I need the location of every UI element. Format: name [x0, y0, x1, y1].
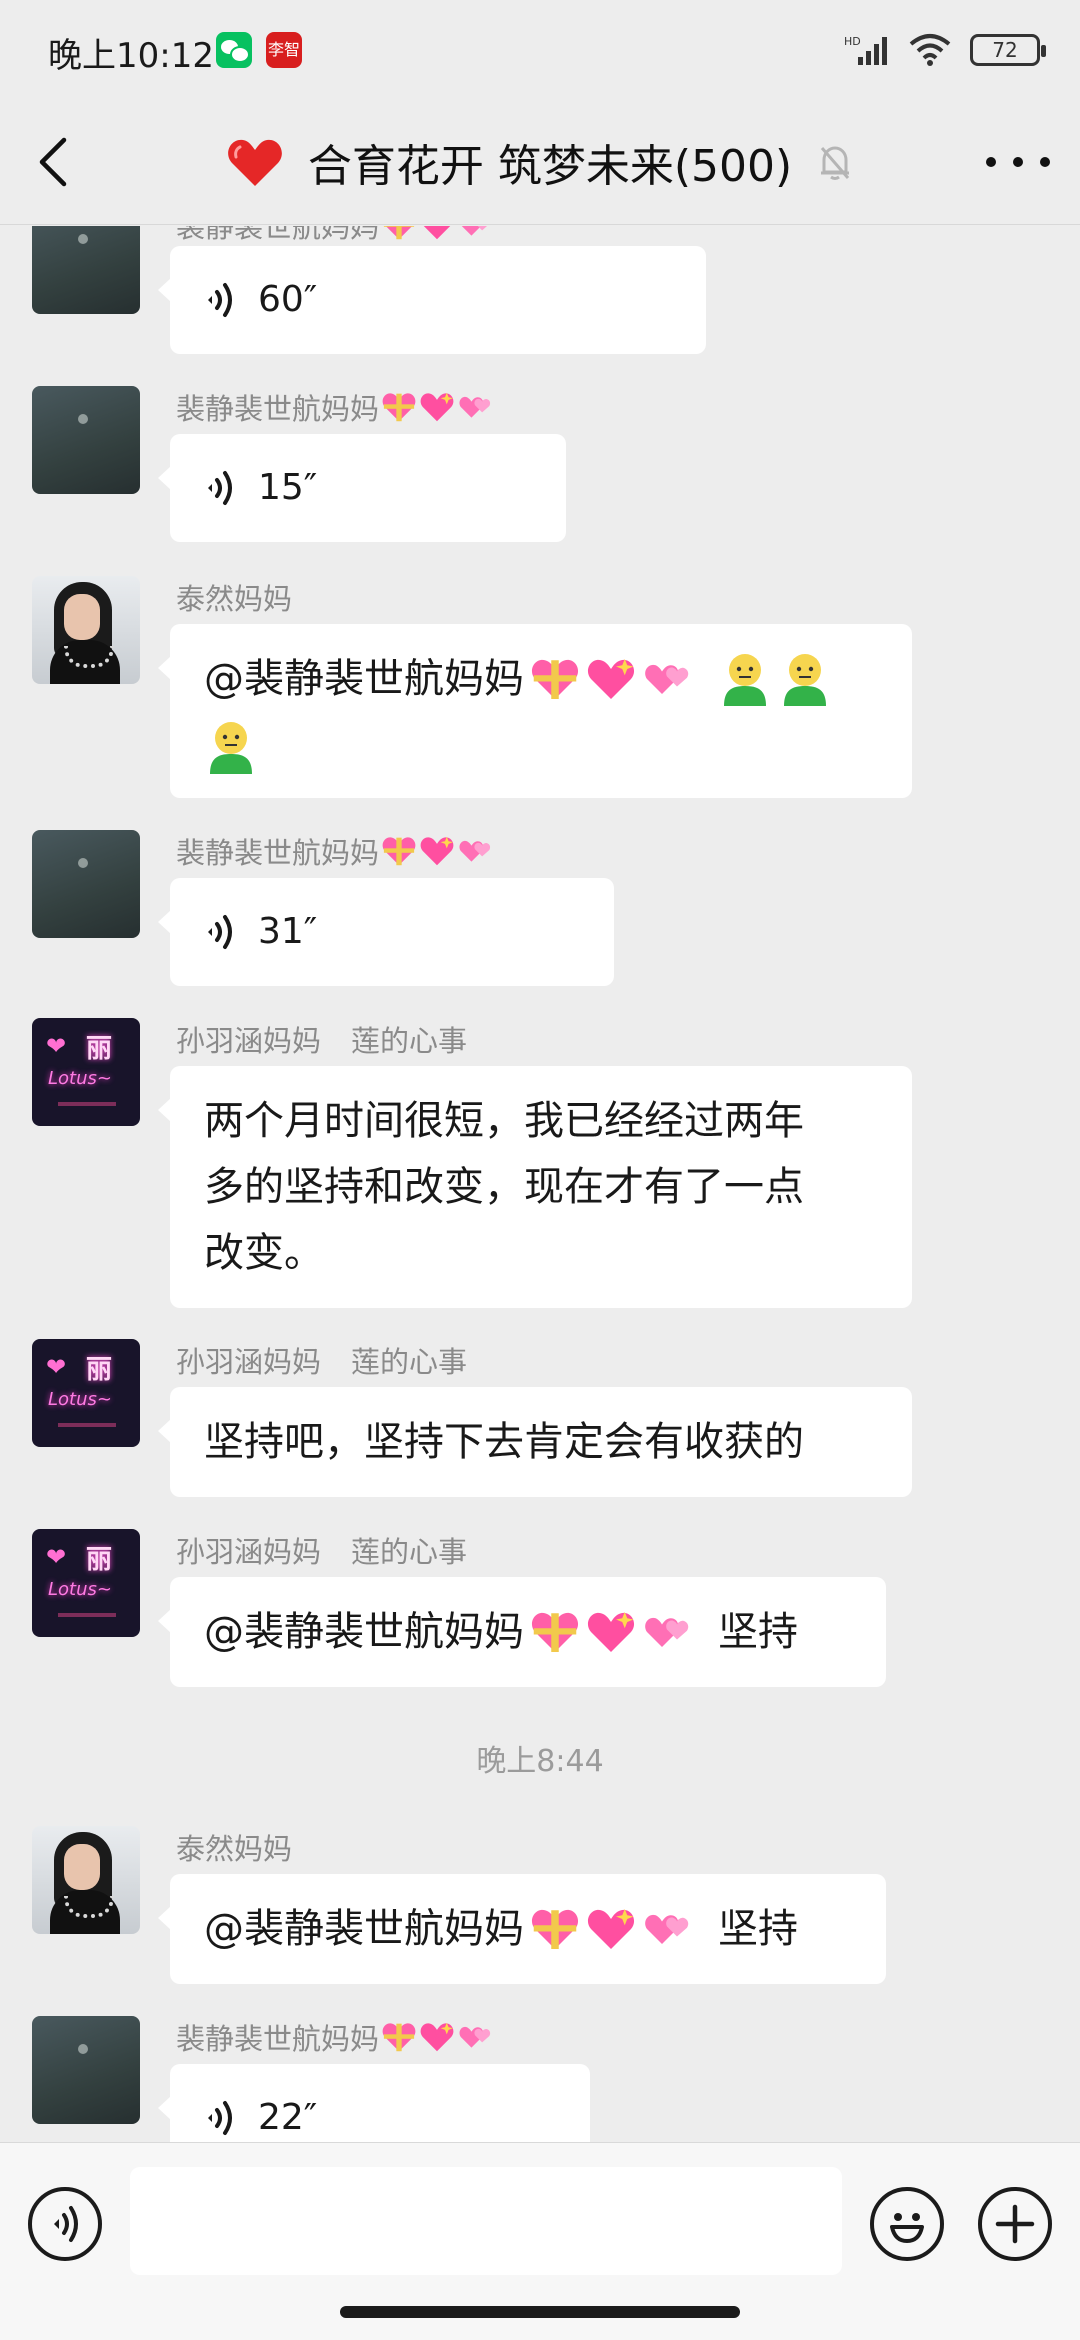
sender-name: 泰然妈妈 — [176, 582, 293, 616]
app-notification-icon: 李智 — [266, 32, 302, 68]
wifi-icon — [909, 34, 951, 66]
avatar[interactable] — [32, 830, 140, 938]
status-bar: 晚上10:12 李智 HD 72 — [0, 0, 1080, 100]
avatar[interactable]: ❤ 丽 Lotus~ — [32, 1018, 140, 1126]
wechat-notification-icon — [216, 32, 252, 68]
emoji-icon — [890, 2213, 924, 2243]
voice-wave-icon — [204, 912, 238, 952]
avatar[interactable] — [32, 226, 140, 314]
avatar[interactable] — [32, 576, 140, 684]
voice-wave-icon — [204, 280, 238, 320]
heart-icon — [227, 139, 282, 186]
mention-text: @裴静裴世航妈妈 — [204, 1906, 524, 1952]
sender-name: 裴静裴世航妈妈 — [176, 226, 493, 246]
sender-name: 裴静裴世航妈妈 — [176, 830, 493, 872]
avatar[interactable] — [32, 386, 140, 494]
sender-name: 裴静裴世航妈妈 — [176, 2016, 493, 2058]
mention-text: @裴静裴世航妈妈 — [204, 656, 524, 702]
plus-icon — [995, 2204, 1035, 2244]
message-line: 两个月时间很短，我已经经过两年 — [204, 1098, 804, 1144]
time-separator: 晚上8:44 — [476, 1744, 604, 1779]
chat-header: 合育花开 筑梦未来(500) — [0, 100, 1080, 225]
sender-name: 泰然妈妈 — [176, 1832, 293, 1866]
text-message[interactable]: @裴静裴世航妈妈 — [158, 624, 912, 798]
avatar[interactable] — [32, 2016, 140, 2124]
voice-message[interactable]: 60″ — [158, 246, 706, 354]
message-line: 改变。 — [204, 1230, 324, 1276]
sender-name: 裴静裴世航妈妈 — [176, 386, 493, 428]
emoji-face-icon — [204, 718, 258, 776]
emoji-face-icon — [778, 650, 832, 708]
sender-name: 孙羽涵妈妈 莲的心事 — [176, 1535, 468, 1569]
avatar[interactable]: ❤ 丽 Lotus~ — [32, 1339, 140, 1447]
text-message[interactable]: 坚持吧，坚持下去肯定会有收获的 — [158, 1387, 912, 1497]
chat-title[interactable]: 合育花开 筑梦未来(500) — [226, 130, 854, 194]
status-indicators: HD 72 — [844, 30, 1046, 70]
plus-button[interactable] — [978, 2187, 1052, 2261]
voice-message[interactable]: 15″ — [158, 434, 566, 542]
signal-icon: HD — [844, 35, 887, 65]
message-list[interactable]: 裴静裴世航妈妈 60″ 裴静裴世航妈妈 15″ 泰然妈妈 @裴静裴世航妈妈 裴静… — [0, 226, 1080, 2142]
battery-indicator: 72 — [970, 34, 1046, 66]
voice-wave-icon — [204, 2098, 238, 2138]
voice-message[interactable]: 22″ — [158, 2064, 590, 2142]
mute-bell-icon — [821, 146, 850, 180]
voice-wave-icon — [204, 468, 238, 508]
text-message[interactable]: 两个月时间很短，我已经经过两年 多的坚持和改变，现在才有了一点 改变。 — [158, 1066, 912, 1308]
voice-wave-icon — [54, 2206, 78, 2242]
sender-name: 孙羽涵妈妈 莲的心事 — [176, 1024, 468, 1058]
text-message[interactable]: @裴静裴世航妈妈 坚持 — [158, 1874, 886, 1984]
text-message[interactable]: @裴静裴世航妈妈 坚持 — [158, 1577, 886, 1687]
voice-duration: 60″ — [258, 279, 318, 320]
svg-text:HD: HD — [844, 35, 861, 48]
voice-duration: 22″ — [258, 2097, 318, 2138]
avatar[interactable] — [32, 1826, 140, 1934]
status-time: 晚上10:12 — [48, 36, 214, 76]
more-icon[interactable] — [986, 144, 1050, 180]
voice-message[interactable]: 31″ — [158, 878, 614, 986]
voice-input-button[interactable] — [28, 2187, 102, 2261]
sender-name: 孙羽涵妈妈 莲的心事 — [176, 1345, 468, 1379]
emoji-face-icon — [718, 650, 772, 708]
emoji-button[interactable] — [870, 2187, 944, 2261]
avatar[interactable]: ❤ 丽 Lotus~ — [32, 1529, 140, 1637]
message-input[interactable] — [130, 2167, 842, 2275]
message-line: 多的坚持和改变，现在才有了一点 — [204, 1164, 804, 1210]
chat-title-text: 合育花开 筑梦未来(500) — [307, 141, 793, 192]
message-suffix: 坚持 — [718, 1906, 798, 1952]
voice-duration: 15″ — [258, 467, 318, 508]
mention-text: @裴静裴世航妈妈 — [204, 1609, 524, 1655]
home-indicator[interactable] — [340, 2306, 740, 2318]
voice-duration: 31″ — [258, 911, 318, 952]
message-suffix: 坚持 — [718, 1609, 798, 1655]
